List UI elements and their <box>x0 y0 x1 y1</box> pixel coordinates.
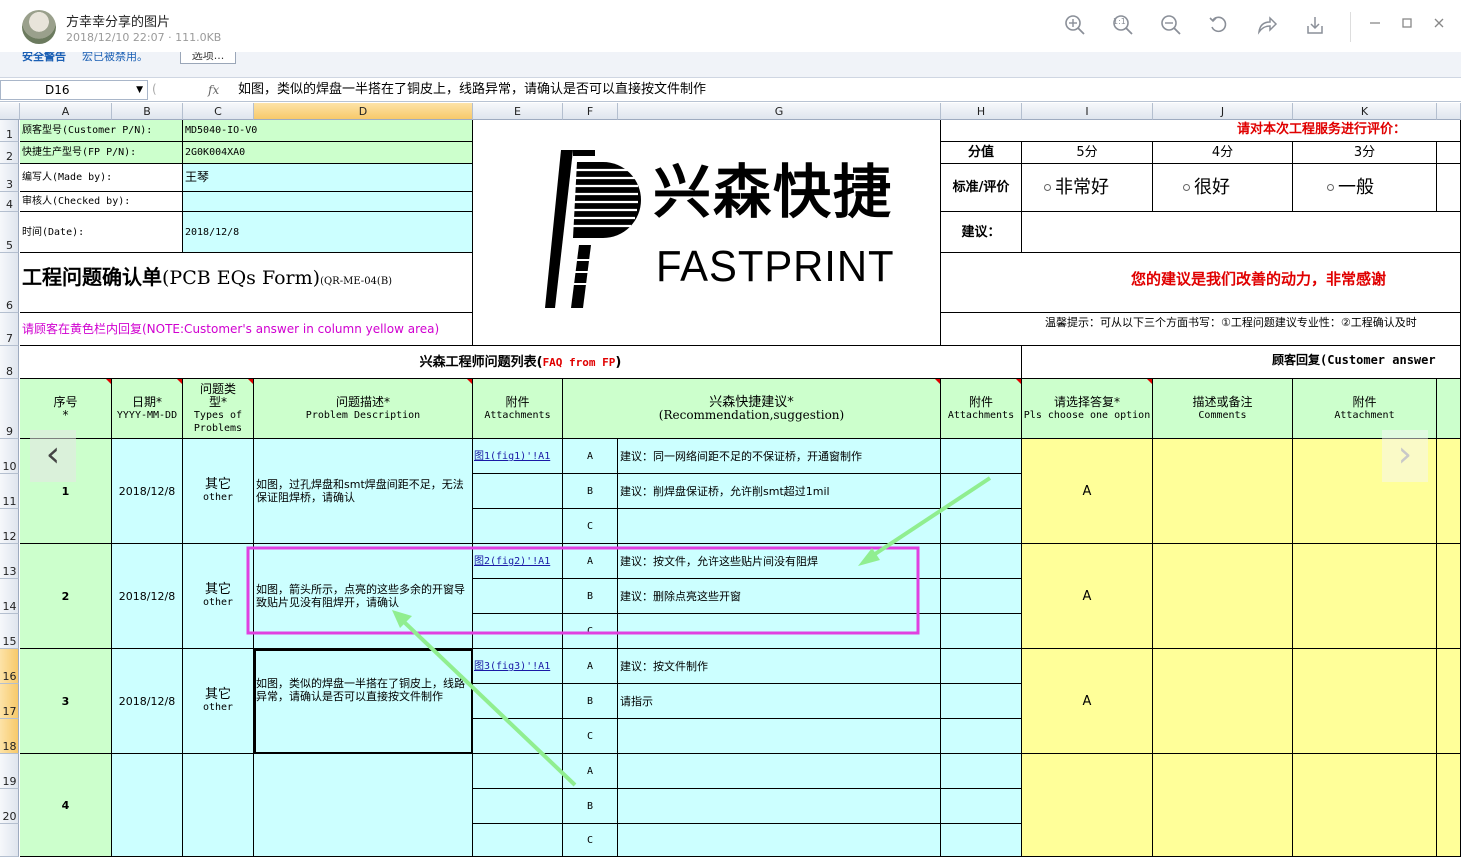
highlight-box <box>246 546 920 635</box>
arrow-line <box>870 476 992 558</box>
arrow-line <box>400 618 577 787</box>
annotation-overlay <box>246 476 992 787</box>
next-image-button[interactable]: › <box>1382 430 1428 482</box>
prev-image-button[interactable]: ‹ <box>30 430 76 482</box>
